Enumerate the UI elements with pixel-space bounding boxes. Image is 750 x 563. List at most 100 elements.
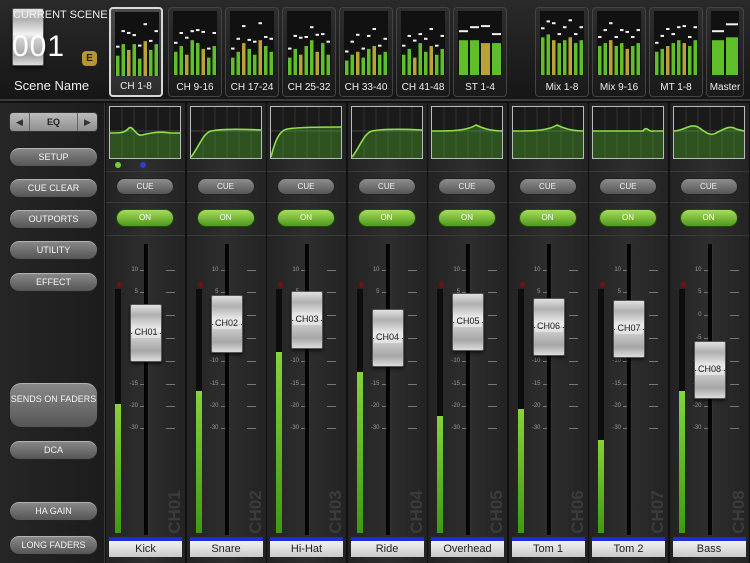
fader-scale-mark (729, 270, 739, 271)
setup-button[interactable]: SETUP (9, 147, 98, 167)
fader-knob[interactable]: CH06 (532, 297, 565, 356)
peak-indicator (680, 282, 686, 287)
fader-knob[interactable]: CH07 (613, 299, 645, 358)
fader-track[interactable] (627, 244, 632, 535)
layer-tile-master[interactable]: Master (706, 7, 744, 97)
on-button[interactable]: ON (116, 209, 174, 227)
channel-name[interactable]: Ride (350, 541, 424, 557)
fader-track[interactable] (224, 244, 230, 535)
tile-fader-marker (609, 22, 613, 25)
tile-meter-bar (677, 40, 681, 75)
level-meter (276, 289, 282, 533)
triangle-right-icon[interactable]: ▶ (77, 113, 97, 131)
layer-tile-ch-9-16[interactable]: CH 9-16 (168, 7, 222, 97)
tile-fader-marker (655, 41, 659, 44)
layer-tile-ch-41-48[interactable]: CH 41-48 (396, 7, 450, 97)
fader-scale-label: -20 (531, 403, 541, 409)
level-meter-fill (598, 440, 604, 533)
effect-button[interactable]: EFFECT (9, 272, 98, 292)
fader-scale-label: -10 (612, 358, 621, 364)
fader-knob[interactable]: CH03 (291, 290, 323, 349)
cue-button[interactable]: CUE (518, 178, 577, 195)
on-button[interactable]: ON (438, 209, 496, 227)
tile-meter-bar (407, 48, 411, 75)
eq-curve-display[interactable] (270, 106, 342, 159)
layer-tile-ch-25-32[interactable]: CH 25-32 (282, 7, 336, 97)
channel-watermark: CH07 (648, 481, 668, 543)
channel-name[interactable]: Snare (189, 541, 263, 557)
fader-track[interactable] (385, 244, 391, 535)
eq-selector[interactable]: ◀ EQ ▶ (9, 112, 98, 132)
tile-meter-bar (264, 46, 268, 75)
fader-knob[interactable]: CH05 (452, 292, 484, 351)
level-meter (356, 289, 363, 533)
layer-tile-meters (230, 11, 274, 75)
eq-curve-display[interactable] (672, 106, 745, 159)
cue-button[interactable]: CUE (357, 178, 416, 195)
fader-track[interactable] (305, 244, 310, 535)
cue-button[interactable]: CUE (277, 178, 335, 195)
fader-track[interactable] (144, 244, 149, 535)
tile-fader-marker (631, 36, 635, 38)
outports-button[interactable]: OUTPORTS (9, 209, 98, 229)
fader-scale-mark (407, 384, 417, 385)
layer-tile-ch-33-40[interactable]: CH 33-40 (339, 7, 393, 97)
cue-clear-button[interactable]: CUE CLEAR (9, 178, 98, 198)
tile-fader-marker (326, 40, 330, 43)
fader-track[interactable] (546, 244, 552, 535)
cue-button[interactable]: CUE (679, 178, 738, 195)
cue-button[interactable]: CUE (196, 178, 255, 195)
fader-knob[interactable]: CH08 (693, 341, 726, 400)
layer-tile-mix-9-16[interactable]: Mix 9-16 (592, 7, 646, 97)
on-button[interactable]: ON (518, 209, 577, 227)
fader-knob[interactable]: CH01 (130, 304, 162, 363)
on-button[interactable]: ON (277, 209, 335, 227)
fader-knob[interactable]: CH04 (371, 309, 404, 367)
eq-band-dot-green (115, 162, 121, 168)
channel-name[interactable]: Hi-Hat (270, 541, 343, 557)
fader-scale-label: 10 (292, 267, 299, 273)
layer-tile-mix-1-8[interactable]: Mix 1-8 (535, 7, 589, 97)
fader-track[interactable] (466, 244, 471, 535)
tile-meter-bar (315, 51, 319, 75)
on-button[interactable]: ON (196, 209, 255, 227)
dca-button[interactable]: DCA (9, 440, 98, 460)
fader-knob[interactable]: CH02 (210, 295, 243, 354)
tile-fader-marker (418, 33, 422, 36)
on-button[interactable]: ON (357, 209, 416, 227)
cue-button[interactable]: CUE (438, 178, 496, 195)
channel-name[interactable]: Overhead (431, 541, 504, 557)
layer-tile-ch-1-8[interactable]: CH 1-8 (109, 7, 163, 97)
fader-scale-label: -10 (209, 358, 219, 364)
tile-fader-marker (481, 25, 490, 28)
eq-curve-display[interactable] (431, 106, 503, 159)
channel-name[interactable]: Kick (109, 541, 182, 557)
current-scene-panel[interactable]: CURRENT SCENE 001 E Scene Name (4, 4, 108, 97)
fader-scale-mark (327, 428, 336, 429)
triangle-left-icon[interactable]: ◀ (10, 113, 30, 131)
layer-tile-mt-1-8[interactable]: MT 1-8 (649, 7, 703, 97)
tile-meter-bar (620, 43, 624, 75)
ha-gain-button[interactable]: HA GAIN (9, 501, 98, 521)
layer-tile-st-1-4[interactable]: ST 1-4 (453, 7, 507, 97)
tile-fader-marker (143, 23, 147, 26)
on-button[interactable]: ON (679, 209, 738, 227)
channel-name[interactable]: Tom 2 (592, 541, 665, 557)
eq-curve-display[interactable] (511, 106, 584, 159)
long-faders-button[interactable]: LONG FADERS (9, 535, 98, 555)
cue-button[interactable]: CUE (116, 178, 174, 195)
tile-fader-marker (116, 45, 120, 48)
cue-button[interactable]: CUE (599, 178, 657, 195)
on-button[interactable]: ON (599, 209, 657, 227)
eq-curve-display[interactable] (109, 106, 181, 159)
channel-name[interactable]: Bass (672, 541, 746, 557)
tile-fader-marker (253, 40, 257, 43)
eq-curve-display[interactable] (189, 106, 262, 159)
sends-on-faders-button[interactable]: SENDS ON FADERS (9, 382, 98, 428)
eq-curve-display[interactable] (592, 106, 664, 159)
utility-button[interactable]: UTILITY (9, 240, 98, 260)
channel-name[interactable]: Tom 1 (511, 541, 585, 557)
eq-curve-display[interactable] (350, 106, 423, 159)
tile-fader-marker (196, 29, 200, 32)
layer-tile-ch-17-24[interactable]: CH 17-24 (225, 7, 279, 97)
